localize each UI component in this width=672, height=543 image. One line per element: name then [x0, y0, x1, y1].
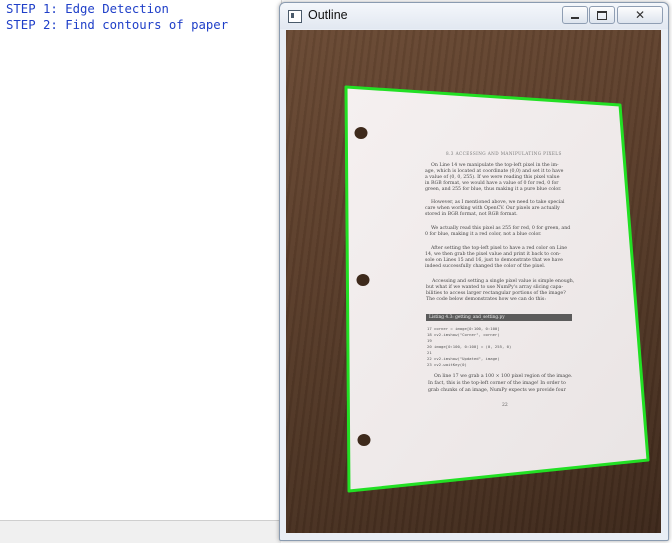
maximize-button[interactable] [589, 6, 615, 24]
text-line: stored in BGR format, not RGB format. [425, 212, 518, 217]
text-line: care when working with OpenCV. Our pixel… [425, 206, 560, 211]
maximize-icon [597, 10, 607, 20]
code-line: 19 [427, 338, 432, 343]
console-line-1: STEP 1: Edge Detection [6, 2, 169, 16]
text-line: Accessing and setting a single pixel val… [432, 279, 575, 284]
text-line: bilities to access larger rectangular po… [426, 291, 566, 296]
console-line-2: STEP 2: Find contours of paper [6, 18, 229, 32]
image-canvas: 8.3 ACCESSING AND MANIPULATING PIXELS On… [286, 30, 661, 533]
text-line: On line 17 we grab a 100 × 100 pixel reg… [434, 374, 573, 379]
text-line: but what if we wanted to use NumPy's arr… [426, 285, 564, 290]
page-header: 8.3 ACCESSING AND MANIPULATING PIXELS [446, 151, 562, 156]
code-line: 20 image[0:100, 0:100] = (0, 255, 0) [427, 344, 512, 349]
text-line: age, which is located at coordinate (0,0… [425, 169, 564, 174]
code-line: 17 corner = image[0:100, 0:100] [427, 326, 500, 331]
text-line: a value of (0, 0, 255). If we were readi… [425, 175, 560, 180]
text-line: indeed successfully changed the color of… [425, 264, 546, 269]
close-button[interactable]: ✕ [617, 6, 663, 24]
code-line: 18 cv2.imshow("Corner", corner) [427, 332, 500, 337]
text-line: green, and 255 for blue, thus making it … [425, 187, 562, 192]
text-line: in RGB format, we would have a value of … [425, 181, 559, 186]
page-text: 8.3 ACCESSING AND MANIPULATING PIXELS On… [286, 30, 661, 533]
text-line: We actually read this pixel as 255 for r… [431, 226, 571, 231]
window-titlebar[interactable]: Outline ✕ [280, 3, 668, 29]
text-line: The code below demonstrates how we can d… [426, 297, 546, 302]
outline-window: Outline ✕ 8.3 ACCESSING AND MANIPULATING… [279, 2, 669, 541]
window-app-icon [288, 10, 302, 23]
minimize-icon [571, 16, 579, 19]
text-line: On Line 14 we manipulate the top-left pi… [431, 163, 559, 168]
console-scrollbar[interactable] [0, 520, 281, 543]
code-line: 21 [427, 350, 432, 355]
text-line: grab chunks of an image, NumPy expects w… [428, 388, 566, 393]
text-line: 0 for blue, making it a red color, not a… [425, 232, 542, 237]
window-title: Outline [308, 8, 348, 22]
console-output: STEP 1: Edge Detection STEP 2: Find cont… [0, 0, 282, 520]
code-listing-title: Listing 4.3: getting_and_setting.py [426, 314, 572, 321]
text-line: sole on Lines 15 and 16, just to demonst… [425, 258, 563, 263]
code-line: 23 cv2.waitKey(0) [427, 362, 467, 367]
text-line: 14, we then grab the pixel value and pri… [425, 252, 561, 257]
text-line: After setting the top-left pixel to have… [431, 246, 568, 251]
close-icon: ✕ [634, 8, 646, 22]
minimize-button[interactable] [562, 6, 588, 24]
text-line: In fact, this is the top-left corner of … [428, 381, 566, 386]
code-line: 22 cv2.imshow("Updated", image) [427, 356, 500, 361]
text-line: However, as I mentioned above, we need t… [431, 200, 565, 205]
page-number: 22 [502, 403, 508, 408]
